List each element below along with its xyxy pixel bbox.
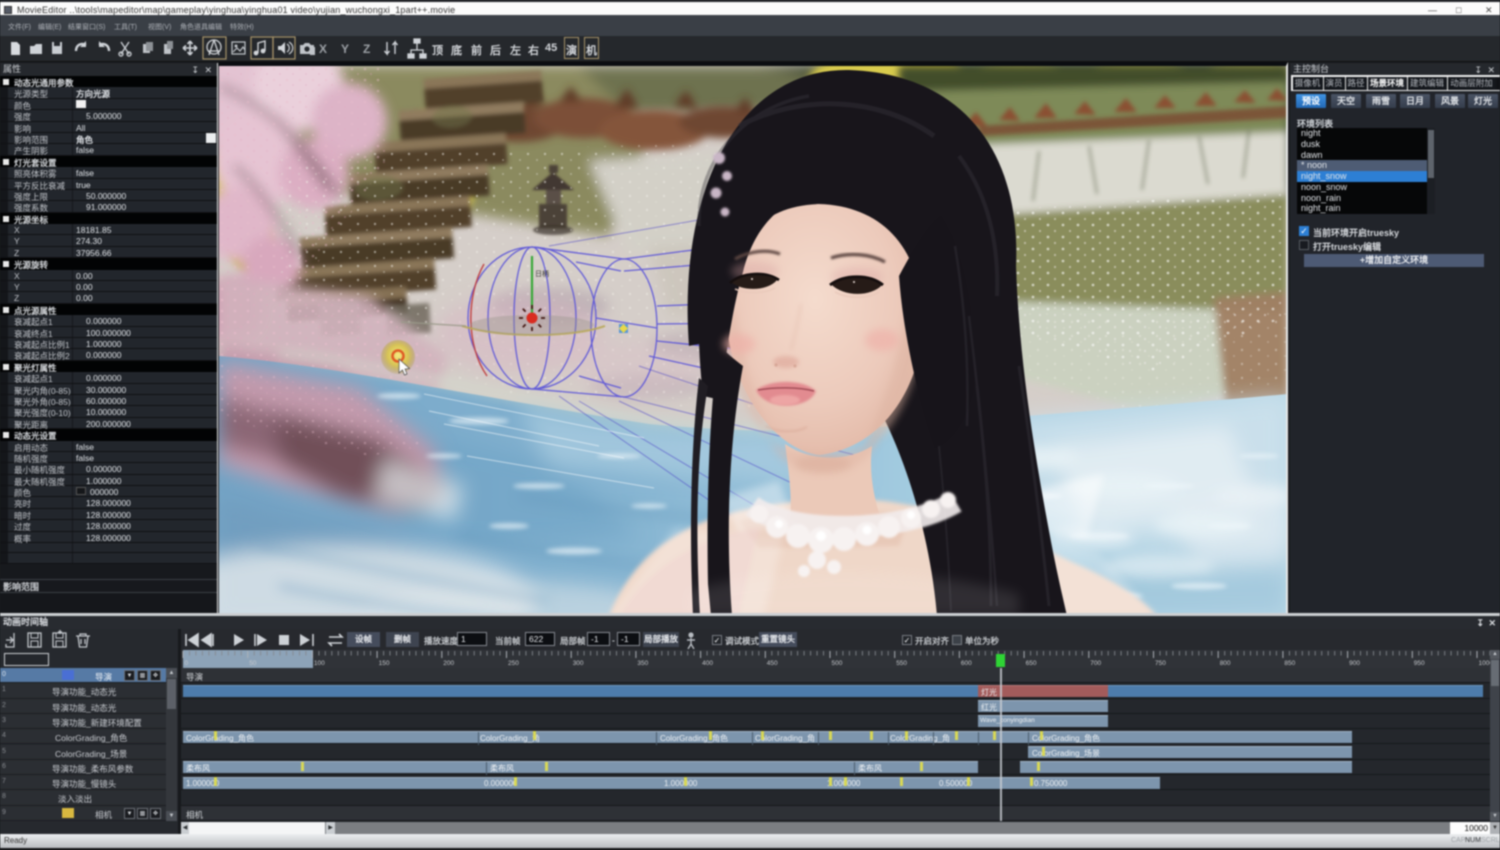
svg-text:50: 50 — [249, 660, 257, 667]
svg-text:200: 200 — [443, 660, 454, 667]
svg-text:100: 100 — [314, 660, 325, 667]
svg-text:Y: Y — [341, 42, 349, 56]
svg-text:650: 650 — [1026, 660, 1037, 667]
svg-text:450: 450 — [767, 660, 778, 667]
svg-text:900: 900 — [1349, 660, 1360, 667]
svg-text:550: 550 — [896, 660, 907, 667]
svg-text:350: 350 — [637, 660, 648, 667]
svg-text:850: 850 — [1284, 660, 1295, 667]
svg-text:600: 600 — [961, 660, 972, 667]
svg-text:300: 300 — [573, 660, 584, 667]
svg-text:950: 950 — [1414, 660, 1425, 667]
svg-text:400: 400 — [702, 660, 713, 667]
svg-text:日柄: 日柄 — [535, 269, 549, 278]
svg-text:X: X — [319, 42, 327, 56]
svg-text:0: 0 — [185, 660, 189, 667]
svg-text:Z: Z — [363, 42, 370, 56]
svg-text:750: 750 — [1155, 660, 1166, 667]
svg-text:250: 250 — [508, 660, 519, 667]
svg-text:150: 150 — [379, 660, 390, 667]
svg-text:500: 500 — [832, 660, 843, 667]
svg-text:700: 700 — [1090, 660, 1101, 667]
svg-text:800: 800 — [1220, 660, 1231, 667]
